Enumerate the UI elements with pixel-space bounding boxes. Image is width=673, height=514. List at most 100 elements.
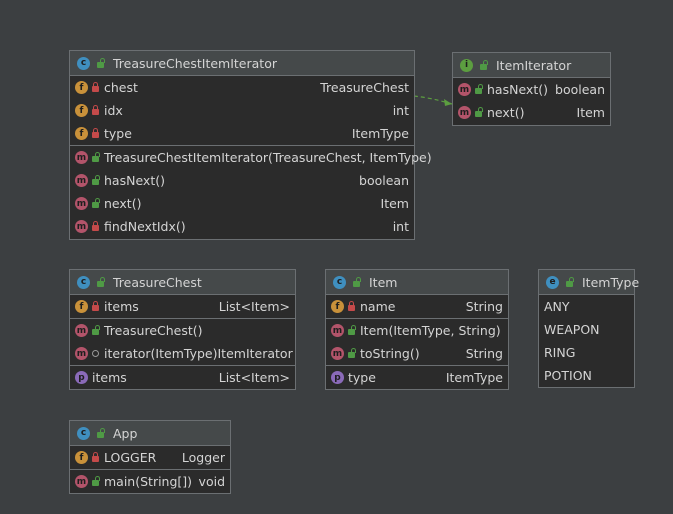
abstract-method-icon: m [458,106,471,119]
method-type: void [198,474,225,489]
private-icon [92,452,99,462]
class-box-item[interactable]: c Item f name String m Item(ItemType, St… [325,269,509,390]
method-row[interactable]: m next() Item [70,192,414,215]
property-type: List<Item> [218,370,290,385]
field-name: idx [104,103,123,118]
method-name: hasNext() [104,173,165,188]
field-icon: f [75,81,88,94]
method-type: String [465,346,503,361]
method-icon: m [75,324,88,337]
enum-constant[interactable]: ANY [539,295,634,318]
class-box-treasure-chest[interactable]: c TreasureChest f items List<Item> m Tre… [69,269,296,390]
field-row[interactable]: f chest TreasureChest [70,76,414,99]
static-method-icon: m [75,475,88,488]
field-row[interactable]: f LOGGER Logger [70,446,230,469]
enum-box-item-type[interactable]: e ItemType ANY WEAPON RING POTION [538,269,639,388]
property-name: type [348,370,376,385]
field-icon: f [75,104,88,117]
method-type: boolean [359,173,409,188]
enum-name: ItemType [582,274,640,290]
method-type: Item [380,196,409,211]
enum-constant[interactable]: POTION [539,364,634,387]
method-row[interactable]: m next() Item [453,101,610,124]
class-icon: c [77,56,90,70]
property-row[interactable]: p items List<Item> [70,366,295,389]
class-icon: c [77,426,90,440]
method-icon: m [331,347,344,360]
field-icon: f [75,300,88,313]
interface-header: i ItemIterator [453,53,610,78]
class-box-app[interactable]: c App f LOGGER Logger m main(String[]) v… [69,420,231,494]
private-icon [348,301,355,311]
public-icon [92,325,100,335]
class-name: Item [369,274,398,290]
method-icon: m [331,324,344,337]
field-type: int [392,103,409,118]
interface-box-item-iterator[interactable]: i ItemIterator m hasNext() boolean m nex… [452,52,611,126]
private-icon [92,128,99,138]
method-row[interactable]: m TreasureChestItemIterator(TreasureChes… [70,146,432,169]
private-icon [92,105,99,115]
class-icon: c [77,275,90,289]
class-box-treasure-chest-item-iterator[interactable]: c TreasureChestItemIterator f chest Trea… [69,50,432,240]
interface-icon: i [460,58,473,72]
method-type: int [392,219,409,234]
method-type: ItemIterator [217,346,293,361]
property-name: items [92,370,127,385]
field-icon: f [75,127,88,140]
public-icon [97,276,105,287]
public-icon [348,325,356,335]
implements-arrowhead [444,99,452,106]
method-row[interactable]: m toString() String [326,342,508,365]
class-name: TreasureChestItemIterator [113,55,277,71]
method-name: next() [104,196,142,211]
method-icon: m [75,151,88,164]
public-icon [97,57,105,68]
class-name: App [113,425,138,441]
method-row[interactable]: m hasNext() boolean [453,78,610,101]
field-type: Logger [181,450,225,465]
field-row[interactable]: f type ItemType [70,122,414,145]
method-name: next() [487,105,525,120]
public-icon [475,107,483,117]
field-type: String [465,299,503,314]
public-icon [348,348,356,358]
method-row[interactable]: m Item(ItemType, String) [326,319,508,342]
package-private-icon [92,350,99,357]
public-icon [353,276,361,287]
class-header: c TreasureChest [70,270,295,295]
enum-constant[interactable]: WEAPON [539,318,634,341]
method-icon: m [75,174,88,187]
private-icon [92,221,99,231]
field-row[interactable]: f name String [326,295,508,318]
field-type: List<Item> [218,299,290,314]
static-field-icon: f [75,451,88,464]
public-icon [475,84,483,94]
field-name: type [104,126,132,141]
method-icon: m [75,220,88,233]
public-icon [92,476,100,486]
field-icon: f [331,300,344,313]
property-type: ItemType [445,370,503,385]
field-row[interactable]: f items List<Item> [70,295,295,318]
interface-name: ItemIterator [496,57,572,73]
property-row[interactable]: p type ItemType [326,366,508,389]
method-name: findNextIdx() [104,219,186,234]
field-row[interactable]: f idx int [70,99,414,122]
method-row[interactable]: m TreasureChest() [70,319,295,342]
method-row[interactable]: m main(String[]) void [70,470,230,493]
method-name: toString() [360,346,420,361]
private-icon [92,301,99,311]
method-row[interactable]: m iterator(ItemType) ItemIterator [70,342,295,365]
enum-header: e ItemType [539,270,639,295]
enum-icon: e [546,275,559,289]
method-row[interactable]: m findNextIdx() int [70,215,414,238]
class-header: c Item [326,270,508,295]
field-name: LOGGER [104,450,157,465]
field-name: name [360,299,396,314]
public-icon [480,59,488,70]
enum-constant[interactable]: RING [539,341,634,364]
method-row[interactable]: m hasNext() boolean [70,169,414,192]
public-icon [566,276,574,287]
class-header: c TreasureChestItemIterator [70,51,414,76]
